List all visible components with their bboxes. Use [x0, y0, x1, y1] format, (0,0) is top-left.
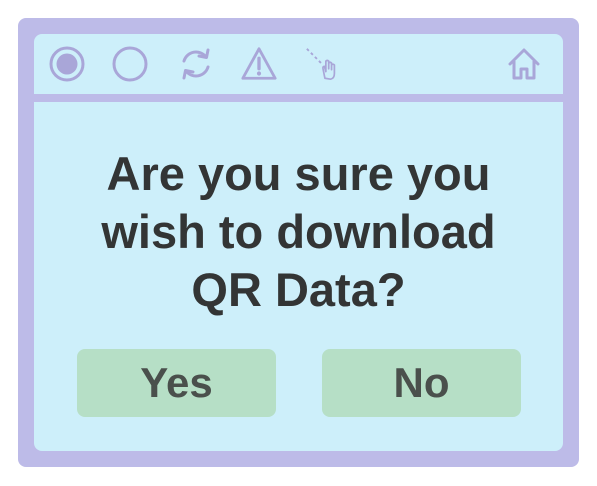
- dialog-panel: Are you sure you wish to download QR Dat…: [34, 34, 563, 451]
- home-icon[interactable]: [505, 45, 543, 83]
- confirmation-message: Are you sure you wish to download QR Dat…: [34, 145, 563, 319]
- no-button[interactable]: No: [322, 349, 521, 417]
- message-line: Are you sure you: [106, 147, 491, 200]
- pointer-hand-icon[interactable]: [304, 45, 342, 83]
- toolbar-divider: [34, 94, 563, 102]
- toolbar: [34, 34, 563, 94]
- dialog-window-frame: Are you sure you wish to download QR Dat…: [18, 18, 579, 467]
- message-line: wish to download: [101, 205, 496, 258]
- refresh-icon[interactable]: [177, 45, 215, 83]
- record-empty-icon[interactable]: [111, 45, 149, 83]
- yes-button[interactable]: Yes: [77, 349, 276, 417]
- message-line: QR Data?: [191, 263, 406, 316]
- warning-icon[interactable]: [240, 45, 278, 83]
- record-filled-icon[interactable]: [48, 45, 86, 83]
